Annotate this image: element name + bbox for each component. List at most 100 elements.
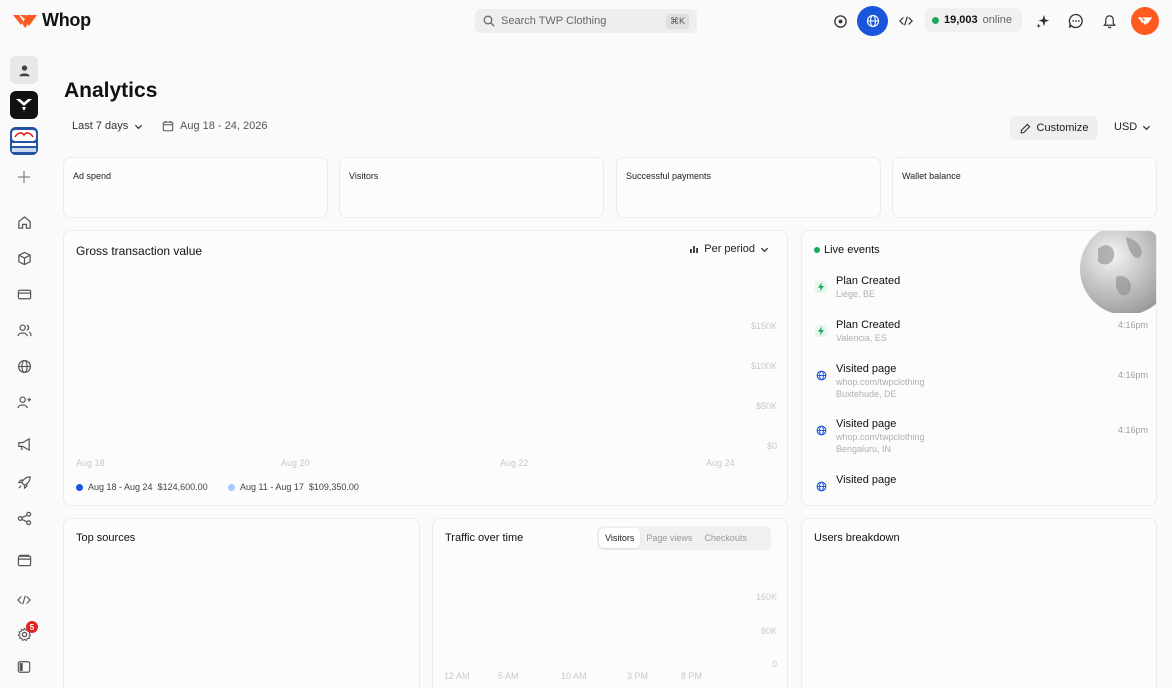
megaphone-icon[interactable] — [14, 434, 34, 454]
share-icon[interactable] — [14, 508, 34, 528]
customize-label: Customize — [1036, 122, 1089, 134]
globe-icon — [814, 368, 828, 382]
whop-logo[interactable]: Whop — [12, 10, 91, 31]
sparkle-icon[interactable] — [1033, 11, 1053, 31]
live-event-title: Visited page — [836, 418, 897, 430]
gtv-x-tick: Aug 24 — [706, 458, 735, 468]
search-icon — [483, 15, 495, 27]
members-icon[interactable] — [14, 392, 34, 412]
per-period-dropdown[interactable]: Per period — [689, 243, 769, 255]
chevron-down-icon — [760, 247, 769, 252]
rail-app-twp[interactable] — [10, 91, 38, 119]
stat-card-ad-spend[interactable]: Ad spend — [63, 157, 328, 218]
chat-bubble-icon[interactable] — [830, 11, 850, 31]
twp-logo-icon — [16, 99, 32, 111]
live-event-time: 4:16pm — [1117, 320, 1148, 330]
tab-page-views[interactable]: Page views — [640, 528, 698, 548]
developer-code-icon[interactable] — [14, 590, 34, 610]
gtv-legend-current[interactable]: Aug 18 - Aug 24 $124,600.00 — [76, 482, 208, 492]
globe-icon — [814, 423, 828, 437]
globe-icon — [866, 14, 879, 28]
stat-card-visitors[interactable]: Visitors — [339, 157, 604, 218]
search-shortcut: ⌘K — [665, 13, 689, 29]
traffic-x-tick: 12 AM — [444, 671, 470, 681]
range-label: Last 7 days — [72, 120, 129, 132]
per-period-label: Per period — [704, 243, 755, 255]
live-event-detail: whop.com/twpclothing — [836, 377, 925, 387]
credit-card-icon[interactable] — [14, 284, 34, 304]
online-counter[interactable]: 19,003 online — [925, 8, 1022, 32]
legend-dot — [76, 483, 83, 491]
date-range-picker[interactable]: Aug 18 - 24, 2026 — [162, 120, 267, 132]
rocket-icon[interactable] — [14, 472, 34, 492]
wallet-icon[interactable] — [14, 550, 34, 570]
tab-checkouts[interactable]: Checkouts — [698, 528, 753, 548]
code-icon[interactable] — [896, 11, 916, 31]
live-event-item[interactable]: Visited page whop.com/twpclothing Bengalur… — [814, 418, 1148, 464]
live-event-time: 4:16pm — [1117, 370, 1148, 380]
currency-dropdown[interactable]: USD — [1114, 121, 1151, 133]
chevron-down-icon — [1143, 125, 1151, 130]
tab-visitors[interactable]: Visitors — [599, 528, 641, 548]
live-event-detail: Bengaluru, IN — [836, 444, 892, 454]
legend-label: Aug 18 - Aug 24 — [88, 482, 153, 492]
top-bar: Whop Search TWP Clothing ⌘K 19,003 onlin… — [0, 0, 1172, 42]
stat-card-label: Wallet balance — [902, 171, 961, 181]
top-sources-card: Top sources — [63, 518, 420, 688]
rail-app-toms[interactable] — [10, 127, 38, 155]
live-event-detail: Liège, BE — [836, 289, 876, 299]
gtv-y-tick: $50K — [755, 401, 777, 411]
customers-icon[interactable] — [14, 320, 34, 340]
user-avatar[interactable] — [1131, 7, 1159, 35]
gtv-y-tick: $0 — [766, 441, 777, 451]
main-content: Analytics Last 7 days Aug 18 - 24, 2026 … — [48, 42, 1172, 688]
messages-icon[interactable] — [1066, 11, 1086, 31]
traffic-y-tick: 80K — [760, 626, 777, 636]
avatar-logo-icon — [1137, 17, 1153, 26]
customize-button[interactable]: Customize — [1010, 116, 1098, 140]
chevron-down-icon — [135, 124, 143, 129]
live-event-item[interactable]: Plan Created Valencia, ES 4:16pm — [814, 319, 1148, 365]
live-event-item[interactable]: Visited page whop.com/twpclothing Buxtehud… — [814, 363, 1148, 409]
left-rail: 5 — [0, 42, 48, 688]
globe-button[interactable] — [857, 6, 888, 36]
toms-logo-icon — [10, 127, 38, 155]
bell-icon[interactable] — [1099, 11, 1119, 31]
traffic-x-tick: 5 AM — [498, 671, 519, 681]
live-event-detail: whop.com/twpclothing — [836, 432, 925, 442]
settings-notification-badge: 5 — [26, 621, 38, 633]
live-event-item[interactable]: Visited page — [814, 474, 1148, 505]
date-range-label: Aug 18 - 24, 2026 — [180, 120, 268, 132]
gtv-y-tick: $100K — [750, 361, 777, 371]
live-event-item[interactable]: Plan Created Liège, BE — [814, 275, 1148, 321]
sidebar-toggle-icon[interactable] — [14, 657, 34, 677]
live-event-detail: Buxtehude, DE — [836, 389, 897, 399]
stat-card-successful-payments[interactable]: Successful payments — [616, 157, 881, 218]
search-placeholder: Search TWP Clothing — [501, 15, 607, 27]
live-event-time: 4:16pm — [1117, 425, 1148, 435]
add-app-icon[interactable] — [14, 167, 34, 187]
traffic-x-tick: 3 PM — [627, 671, 649, 681]
online-status-dot — [932, 16, 939, 24]
stat-card-label: Successful payments — [626, 171, 712, 181]
search-input[interactable]: Search TWP Clothing ⌘K — [475, 9, 697, 33]
bar-chart-icon — [690, 246, 699, 253]
globe-icon[interactable] — [14, 356, 34, 376]
box-icon[interactable] — [14, 248, 34, 268]
live-event-title: Plan Created — [836, 275, 901, 287]
live-events-title: Live events — [824, 244, 880, 256]
stat-card-wallet-balance[interactable]: Wallet balance — [892, 157, 1157, 218]
rail-user-profile[interactable] — [10, 56, 38, 84]
pencil-icon — [1020, 123, 1030, 133]
gtv-legend-previous[interactable]: Aug 11 - Aug 17 $109,350.00 — [228, 482, 359, 492]
live-status-dot — [814, 247, 820, 253]
home-icon[interactable] — [14, 212, 34, 232]
live-event-title: Visited page — [836, 363, 897, 375]
user-icon — [18, 64, 30, 76]
stat-card-label: Ad spend — [73, 171, 112, 181]
bolt-icon — [814, 324, 828, 338]
range-dropdown[interactable]: Last 7 days — [72, 120, 143, 132]
app-name: Whop — [42, 10, 91, 30]
live-event-title: Visited page — [836, 474, 897, 486]
users-breakdown-card: Users breakdown — [801, 518, 1157, 688]
